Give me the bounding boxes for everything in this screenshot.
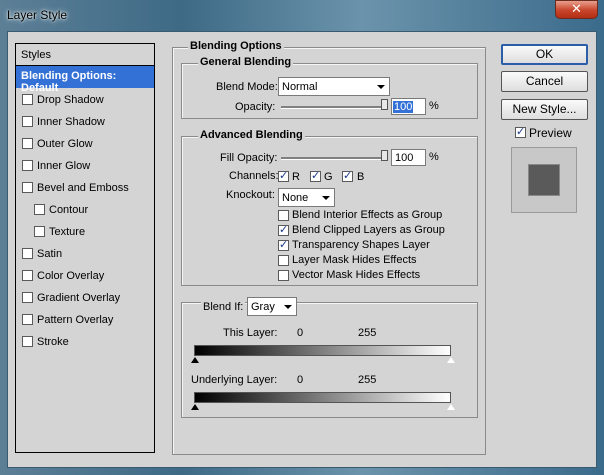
style-item-color-overlay[interactable]: Color Overlay — [16, 266, 154, 288]
blending-options-title: Blending Options — [188, 40, 284, 52]
channel-g-checkbox[interactable] — [310, 169, 321, 182]
chevron-down-icon — [377, 85, 385, 89]
window-title: Layer Style — [7, 8, 68, 22]
vector-mask-hides-label: Vector Mask Hides Effects — [292, 269, 421, 281]
this-layer-max: 255 — [358, 327, 377, 339]
underlying-layer-gradient — [194, 392, 451, 403]
transparency-shapes-checkbox[interactable] — [278, 238, 289, 251]
contour-checkbox[interactable] — [34, 204, 45, 215]
style-item-bevel-emboss[interactable]: Bevel and Emboss — [16, 178, 154, 200]
opacity-input[interactable]: 100 — [391, 98, 426, 115]
this-layer-gradient — [194, 345, 451, 356]
advanced-blending-title: Advanced Blending — [198, 129, 305, 141]
channels-label: Channels: — [229, 170, 279, 182]
drop-shadow-checkbox[interactable] — [22, 94, 33, 105]
opacity-label: Opacity: — [235, 101, 276, 113]
chevron-down-icon — [284, 305, 292, 309]
ok-button[interactable]: OK — [501, 44, 588, 65]
channel-b-label: B — [357, 171, 365, 183]
fill-opacity-label: Fill Opacity: — [220, 152, 278, 164]
knockout-label: Knockout: — [226, 189, 275, 201]
opacity-slider-thumb[interactable] — [381, 99, 388, 110]
general-blending-title: General Blending — [198, 56, 294, 68]
style-item-inner-glow[interactable]: Inner Glow — [16, 156, 154, 178]
fill-opacity-slider-thumb[interactable] — [381, 150, 388, 161]
underlying-layer-label: Underlying Layer: — [191, 374, 278, 386]
style-item-stroke[interactable]: Stroke — [16, 332, 154, 354]
channel-b-checkbox[interactable] — [342, 169, 353, 182]
chevron-down-icon — [322, 196, 330, 200]
knockout-select[interactable]: None — [278, 188, 335, 207]
blend-clipped-checkbox[interactable] — [278, 223, 289, 236]
color-overlay-checkbox[interactable] — [22, 270, 33, 281]
underlying-black-slider[interactable] — [191, 404, 199, 410]
preview-label: Preview — [529, 126, 572, 140]
close-icon: ✕ — [571, 2, 582, 17]
style-item-outer-glow[interactable]: Outer Glow — [16, 134, 154, 156]
style-item-gradient-overlay[interactable]: Gradient Overlay — [16, 288, 154, 310]
blend-mode-label: Blend Mode: — [216, 81, 278, 93]
this-layer-black-slider[interactable] — [191, 357, 199, 363]
style-item-inner-shadow[interactable]: Inner Shadow — [16, 112, 154, 134]
bevel-emboss-checkbox[interactable] — [22, 182, 33, 193]
new-style-button[interactable]: New Style... — [501, 99, 588, 120]
style-item-pattern-overlay[interactable]: Pattern Overlay — [16, 310, 154, 332]
style-item-satin[interactable]: Satin — [16, 244, 154, 266]
styles-header[interactable]: Styles — [16, 44, 154, 66]
transparency-shapes-label: Transparency Shapes Layer — [292, 239, 430, 251]
inner-glow-checkbox[interactable] — [22, 160, 33, 171]
this-layer-min: 0 — [297, 327, 304, 339]
underlying-layer-max: 255 — [358, 374, 377, 386]
texture-checkbox[interactable] — [34, 226, 45, 237]
preview-swatch — [528, 164, 560, 196]
opacity-slider-track[interactable] — [281, 106, 384, 109]
style-item-blending-options[interactable]: Blending Options: Default — [16, 66, 154, 94]
cancel-button[interactable]: Cancel — [501, 71, 588, 92]
preview-checkbox[interactable] — [515, 125, 526, 138]
style-item-texture[interactable]: Texture — [16, 222, 154, 244]
blend-interior-checkbox[interactable] — [278, 210, 289, 221]
layer-mask-hides-checkbox[interactable] — [278, 255, 289, 266]
stroke-checkbox[interactable] — [22, 336, 33, 347]
channel-g-label: G — [324, 171, 333, 183]
inner-shadow-checkbox[interactable] — [22, 116, 33, 127]
dialog-body: Styles Blending Options: Default Drop Sh… — [7, 31, 597, 468]
vector-mask-hides-checkbox[interactable] — [278, 270, 289, 281]
underlying-layer-min: 0 — [297, 374, 304, 386]
this-layer-label: This Layer: — [223, 327, 278, 339]
preview-box — [511, 147, 577, 213]
outer-glow-checkbox[interactable] — [22, 138, 33, 149]
layer-style-window: Layer Style ✕ Styles Blending Options: D… — [0, 0, 604, 475]
fill-opacity-unit: % — [429, 151, 439, 163]
underlying-white-slider[interactable] — [446, 403, 456, 411]
style-item-drop-shadow[interactable]: Drop Shadow — [16, 90, 154, 112]
channel-r-label: R — [292, 171, 300, 183]
gradient-overlay-checkbox[interactable] — [22, 292, 33, 303]
blend-if-select[interactable]: Gray — [247, 297, 297, 316]
satin-checkbox[interactable] — [22, 248, 33, 259]
close-button[interactable]: ✕ — [555, 0, 598, 19]
styles-list: Styles Blending Options: Default Drop Sh… — [15, 43, 155, 453]
blend-interior-label: Blend Interior Effects as Group — [292, 209, 443, 221]
fill-opacity-slider-track[interactable] — [281, 157, 384, 160]
blend-mode-select[interactable]: Normal — [278, 77, 390, 96]
opacity-unit: % — [429, 100, 439, 112]
fill-opacity-input[interactable]: 100 — [391, 149, 426, 166]
style-item-contour[interactable]: Contour — [16, 200, 154, 222]
blend-clipped-label: Blend Clipped Layers as Group — [292, 224, 445, 236]
pattern-overlay-checkbox[interactable] — [22, 314, 33, 325]
this-layer-white-slider[interactable] — [446, 356, 456, 364]
title-bar[interactable]: Layer Style ✕ — [0, 0, 604, 30]
channel-r-checkbox[interactable] — [278, 169, 289, 182]
blend-if-label: Blend If: — [201, 301, 246, 313]
layer-mask-hides-label: Layer Mask Hides Effects — [292, 254, 417, 266]
